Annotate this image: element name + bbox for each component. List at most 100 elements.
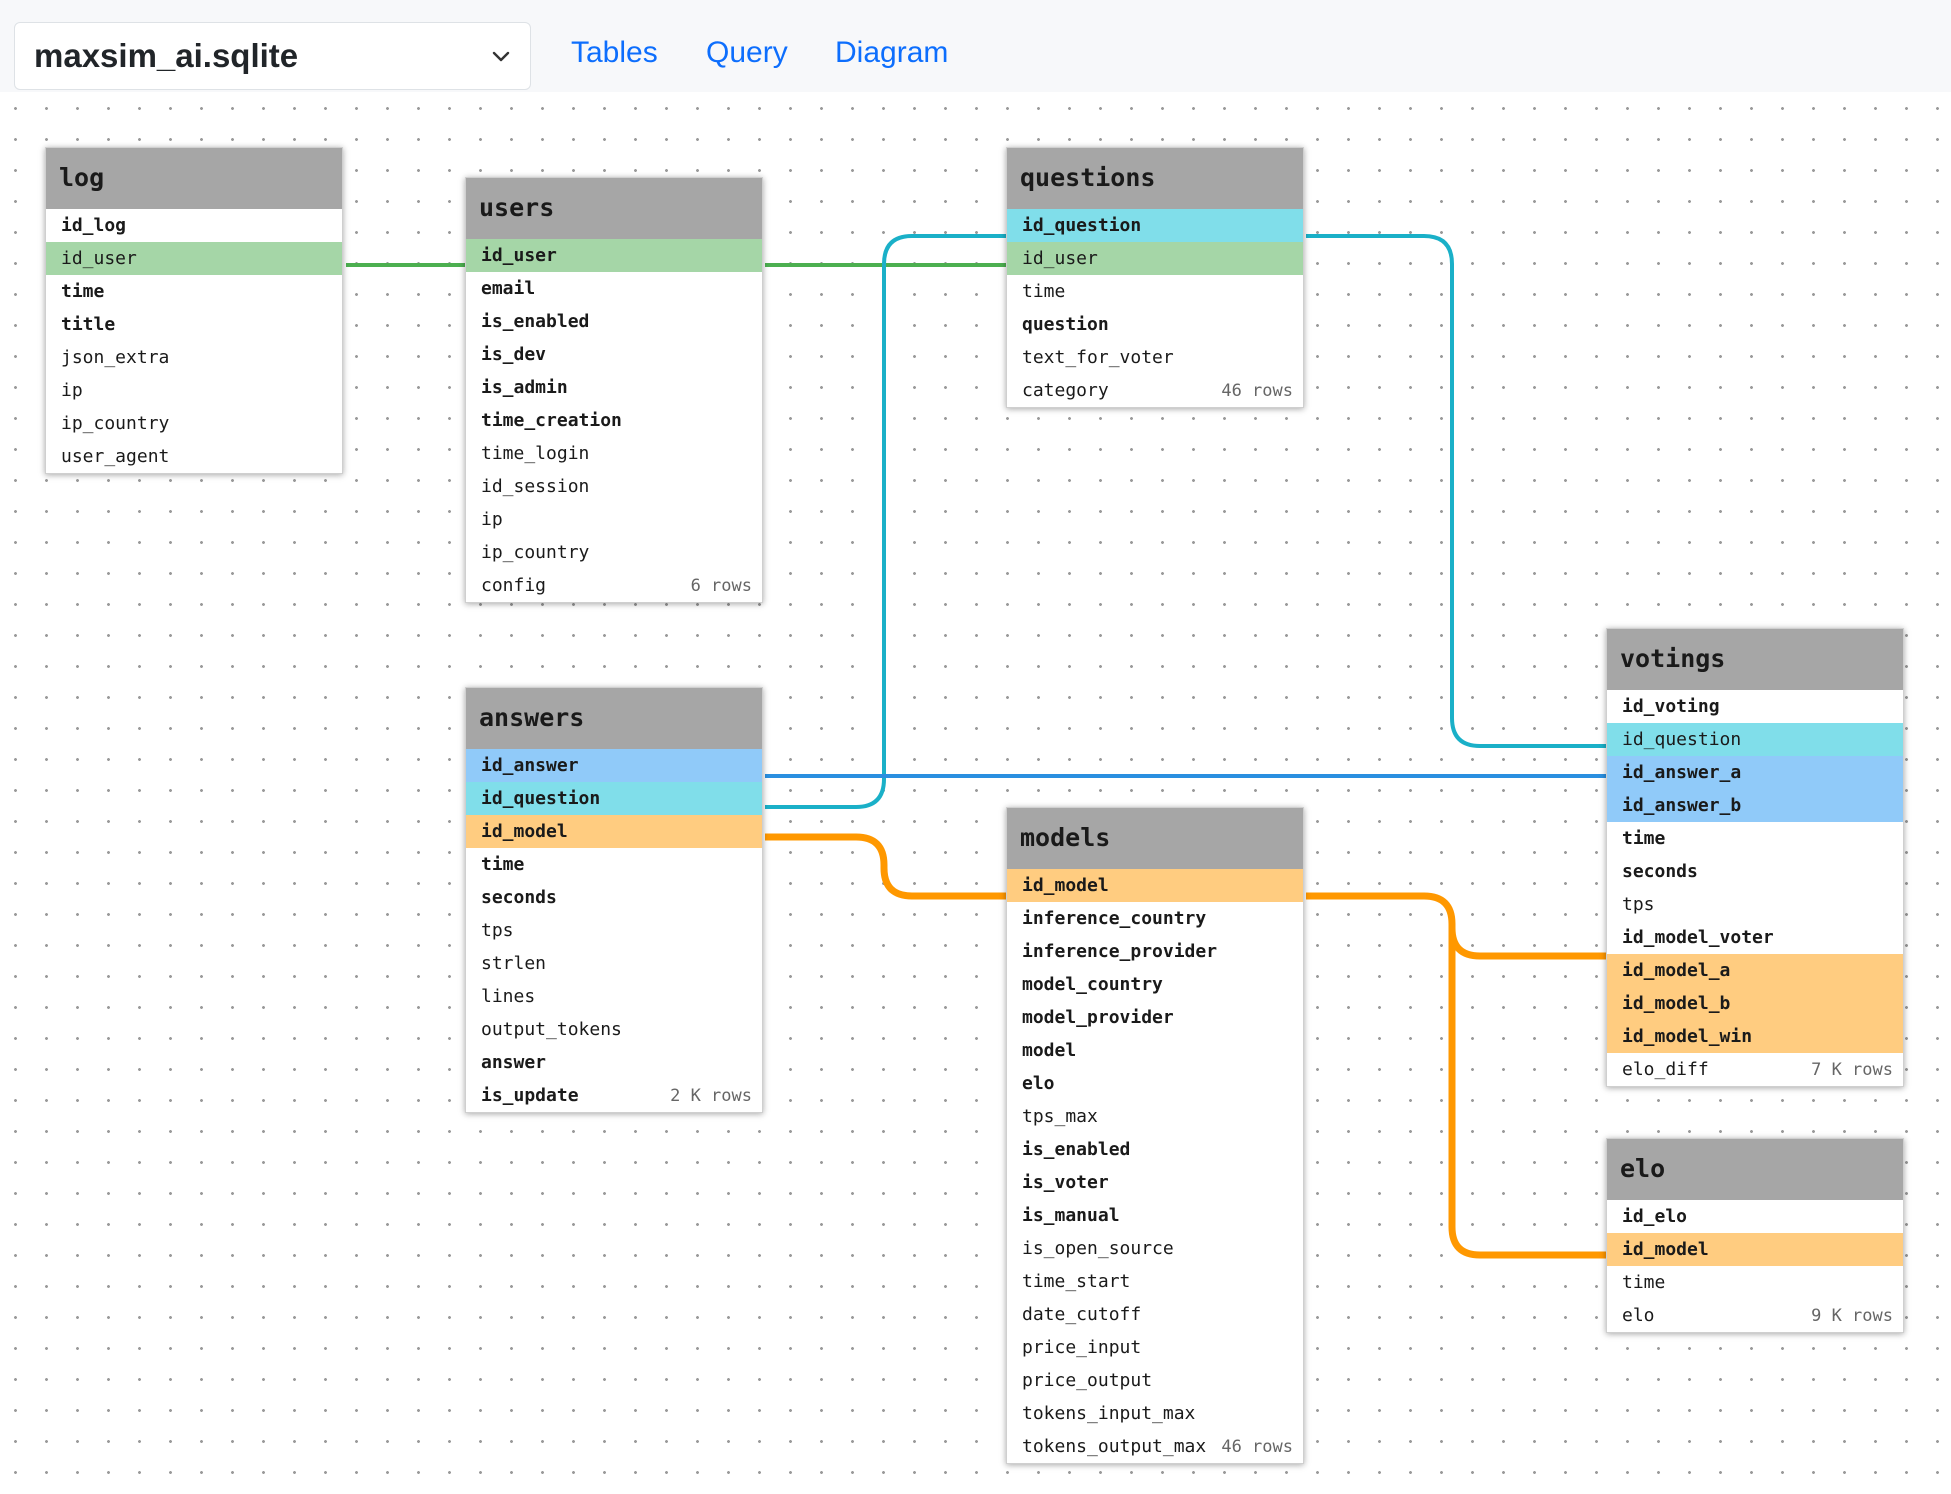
column-row[interactable]: json_extra xyxy=(46,341,342,374)
column-row[interactable]: tokens_output_max 46 rows xyxy=(1007,1430,1303,1463)
column-row[interactable]: is_enabled xyxy=(1007,1133,1303,1166)
column-name: model_country xyxy=(1022,974,1163,995)
column-row[interactable]: id_answer_b xyxy=(1607,789,1903,822)
column-name: id_voting xyxy=(1622,696,1720,717)
relation-line-questions-answers xyxy=(765,234,1006,809)
table-header[interactable]: questions xyxy=(1007,148,1303,209)
column-row[interactable]: model_country xyxy=(1007,968,1303,1001)
column-row[interactable]: is_manual xyxy=(1007,1199,1303,1232)
column-row[interactable]: time xyxy=(46,275,342,308)
column-row[interactable]: tps xyxy=(466,914,762,947)
column-row[interactable]: id_model_win xyxy=(1607,1020,1903,1053)
table-header[interactable]: models xyxy=(1007,808,1303,869)
column-row[interactable]: inference_provider xyxy=(1007,935,1303,968)
column-name: is_open_source xyxy=(1022,1238,1174,1259)
column-row[interactable]: time xyxy=(1607,1266,1903,1299)
column-row[interactable]: is_voter xyxy=(1007,1166,1303,1199)
table-models[interactable]: models id_model inference_country inference… xyxy=(1006,807,1304,1464)
column-name: time_start xyxy=(1022,1271,1131,1292)
table-users[interactable]: users id_useremail is_enabled is_dev is_admi… xyxy=(465,177,763,603)
column-name: email xyxy=(481,278,536,299)
column-row[interactable]: time xyxy=(466,848,762,881)
column-name: is_enabled xyxy=(1022,1139,1131,1160)
column-row[interactable]: tps xyxy=(1607,888,1903,921)
column-row[interactable]: answer xyxy=(466,1046,762,1079)
column-row[interactable]: tokens_input_max xyxy=(1007,1397,1303,1430)
column-row[interactable]: title xyxy=(46,308,342,341)
table-questions[interactable]: questions id_question id_user time question t… xyxy=(1006,147,1304,408)
table-log[interactable]: log id_log id_user time title json_extraip ip_… xyxy=(45,147,343,474)
column-row[interactable]: id_answer_a xyxy=(1607,756,1903,789)
column-row[interactable]: id_model_voter xyxy=(1607,921,1903,954)
column-name: ip xyxy=(61,380,83,401)
column-row[interactable]: is_admin xyxy=(466,371,762,404)
column-row[interactable]: time xyxy=(1007,275,1303,308)
column-row[interactable]: id_question xyxy=(1007,209,1303,242)
column-row[interactable]: id_elo xyxy=(1607,1200,1903,1233)
column-row[interactable]: time xyxy=(1607,822,1903,855)
column-name: tps_max xyxy=(1022,1106,1098,1127)
column-row[interactable]: category 46 rows xyxy=(1007,374,1303,407)
table-header[interactable]: elo xyxy=(1607,1139,1903,1200)
table-header[interactable]: log xyxy=(46,148,342,209)
table-elo[interactable]: elo id_elo id_modeltime elo 9 K rows xyxy=(1606,1138,1904,1333)
column-row[interactable]: tps_max xyxy=(1007,1100,1303,1133)
column-row[interactable]: ip_country xyxy=(466,536,762,569)
column-row[interactable]: elo xyxy=(1007,1067,1303,1100)
column-row[interactable]: id_question xyxy=(1607,723,1903,756)
table-header[interactable]: answers xyxy=(466,688,762,749)
column-row[interactable]: id_model xyxy=(1007,869,1303,902)
column-row[interactable]: seconds xyxy=(466,881,762,914)
column-row[interactable]: time_start xyxy=(1007,1265,1303,1298)
column-row[interactable]: time_login xyxy=(466,437,762,470)
column-row[interactable]: model_provider xyxy=(1007,1001,1303,1034)
column-row[interactable]: id_model_b xyxy=(1607,987,1903,1020)
column-row[interactable]: model xyxy=(1007,1034,1303,1067)
column-row[interactable]: strlen xyxy=(466,947,762,980)
column-row[interactable]: question xyxy=(1007,308,1303,341)
column-row[interactable]: elo_diff 7 K rows xyxy=(1607,1053,1903,1086)
column-row[interactable]: email xyxy=(466,272,762,305)
column-name: is_voter xyxy=(1022,1172,1109,1193)
column-row[interactable]: id_question xyxy=(466,782,762,815)
column-row[interactable]: id_model xyxy=(466,815,762,848)
column-row[interactable]: seconds xyxy=(1607,855,1903,888)
column-row[interactable]: ip_country xyxy=(46,407,342,440)
column-row[interactable]: is_open_source xyxy=(1007,1232,1303,1265)
column-row[interactable]: id_session xyxy=(466,470,762,503)
column-row[interactable]: time_creation xyxy=(466,404,762,437)
column-row[interactable]: id_model xyxy=(1607,1233,1903,1266)
column-row[interactable]: user_agent xyxy=(46,440,342,473)
column-row[interactable]: text_for_voter xyxy=(1007,341,1303,374)
table-answers[interactable]: answers id_answer id_question id_model time s… xyxy=(465,687,763,1113)
column-row[interactable]: id_log xyxy=(46,209,342,242)
column-row[interactable]: lines xyxy=(466,980,762,1013)
table-header[interactable]: users xyxy=(466,178,762,239)
column-row[interactable]: id_user xyxy=(466,239,762,272)
table-header[interactable]: votings xyxy=(1607,629,1903,690)
column-row[interactable]: ip xyxy=(466,503,762,536)
column-name: tokens_input_max xyxy=(1022,1403,1196,1424)
column-row[interactable]: price_input xyxy=(1007,1331,1303,1364)
column-row[interactable]: output_tokens xyxy=(466,1013,762,1046)
column-row[interactable]: is_dev xyxy=(466,338,762,371)
column-row[interactable]: date_cutoff xyxy=(1007,1298,1303,1331)
table-votings[interactable]: votings id_voting id_question id_answer_a id… xyxy=(1606,628,1904,1087)
column-name: time xyxy=(1622,1272,1666,1293)
column-row[interactable]: id_answer xyxy=(466,749,762,782)
column-name: category xyxy=(1022,380,1109,401)
column-row[interactable]: inference_country xyxy=(1007,902,1303,935)
column-row[interactable]: is_enabled xyxy=(466,305,762,338)
column-row[interactable]: elo 9 K rows xyxy=(1607,1299,1903,1332)
table-title: log xyxy=(59,163,105,192)
column-row[interactable]: id_model_a xyxy=(1607,954,1903,987)
column-row[interactable]: is_update 2 K rows xyxy=(466,1079,762,1112)
column-name: inference_country xyxy=(1022,908,1207,929)
column-row[interactable]: id_voting xyxy=(1607,690,1903,723)
table-title: votings xyxy=(1620,644,1726,673)
column-row[interactable]: config 6 rows xyxy=(466,569,762,602)
column-row[interactable]: ip xyxy=(46,374,342,407)
column-row[interactable]: id_user xyxy=(46,242,342,275)
column-row[interactable]: id_user xyxy=(1007,242,1303,275)
column-row[interactable]: price_output xyxy=(1007,1364,1303,1397)
